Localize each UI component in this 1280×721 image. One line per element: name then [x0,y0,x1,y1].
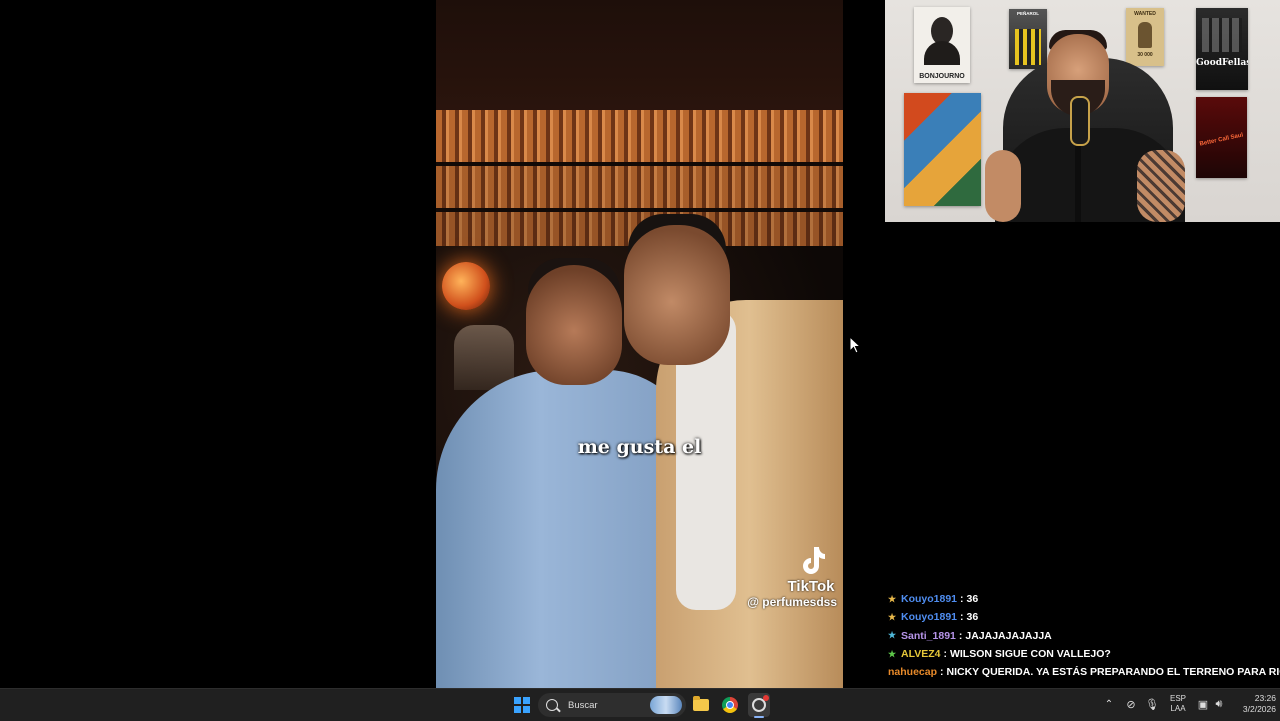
video-subtitle: me gusta el [577,436,702,458]
video-roof-slats [436,110,843,162]
search-highlight-image [650,696,682,714]
volume-button[interactable]: 🔊︎ [1211,688,1227,720]
chat-separator: : [960,611,964,624]
poster-caption: PEÑAROL [1016,11,1039,16]
language-code: ESP [1169,694,1186,703]
windows-logo-icon [514,697,530,713]
mic-arm [1075,142,1081,222]
chat-separator: : [940,666,944,679]
poster-penarol: PEÑAROL [1009,9,1047,69]
chat-separator: : [960,593,964,606]
video-roof-slats [436,166,843,208]
tiktok-handle: @ perfumesdss [747,595,837,609]
clock-date: 3/2/2026 [1242,704,1276,714]
chat-text: JAJAJAJAJAJJA [965,629,1052,642]
microphone-icon [1070,96,1090,146]
tiktok-logo-icon [803,547,825,574]
chat-text: 36 [966,611,979,624]
windows-taskbar: Buscar [0,688,1280,721]
network-button[interactable]: ▣ [1196,688,1210,720]
chat-separator: : [943,648,947,661]
streamer-left-arm [985,150,1021,222]
show-hidden-icons-button[interactable]: ⌃ [1101,688,1117,720]
poster-figures [1202,18,1242,52]
chat-badge-star-icon: ★ [888,593,897,604]
tiktok-video-player[interactable]: me gusta el TikTok @ perfumesdss [436,0,843,688]
poster-jersey [1015,29,1041,65]
chat-username: Kouyo1891 [901,593,958,606]
poster-better-call-saul: Better Call Saul [1196,97,1247,178]
chevron-up-icon: ⌃ [1104,698,1114,710]
poster-caption: Better Call Saul [1199,132,1244,148]
chat-username: ALVEZ4 [901,648,941,661]
video-ceiling [436,0,843,110]
language-layout: LAA [1170,704,1186,713]
tiktok-brand-label: TikTok [787,578,835,595]
paper-lantern [442,262,490,310]
tray-mute-button[interactable]: ⊘ [1122,688,1140,720]
chat-text: NICKY QUERIDA. YA ESTÁS PREPARANDO EL TE… [946,666,1280,679]
poster-godfather: BONJOURNO [914,7,970,83]
tray-mic-button[interactable]: 🎙︎ [1144,688,1160,720]
poster-figure [1138,22,1152,48]
poster-caption: BONJOURNO [919,73,965,80]
obs-icon [752,695,769,712]
chrome-icon [722,697,738,713]
poster-collage [904,93,981,206]
speaker-icon: 🔊︎ [1215,697,1223,710]
poster-figure-coat [924,41,960,65]
microphone-icon: 🎙︎ [1145,698,1159,711]
search-label: Buscar [568,699,598,711]
chat-badge-star-icon: ★ [888,630,897,641]
chat-username: Kouyo1891 [901,611,958,624]
man-tan-jacket-head [624,225,730,365]
chat-message: ★ Santi_1891: JAJAJAJAJAJJA [888,627,1268,645]
chat-message: ★ Kouyo1891:36 [888,608,1268,626]
chat-username: Santi_1891 [901,629,956,642]
mouse-cursor-icon [849,336,861,354]
chat-username: nahuecap [888,666,938,679]
chrome-button[interactable] [719,693,741,717]
start-button[interactable] [511,693,533,717]
poster-caption: GoodFellas [1196,58,1248,68]
taskbar-search-box[interactable]: Buscar [538,693,686,717]
network-icon: ▣ [1197,698,1209,711]
chat-message: nahuecap: NICKY QUERIDA. YA ESTÁS PREPARA… [888,663,1280,681]
clock-button[interactable]: 23:26 3/2/2026 [1228,688,1276,720]
obs-button[interactable] [748,693,770,717]
poster-caption: WANTED [1134,11,1156,17]
chat-text: 36 [966,593,979,606]
poster-wanted: WANTED 30 000 [1126,8,1164,66]
chat-message: ★ ALVEZ4: WILSON SIGUE CON VALLEJO? [888,645,1268,663]
streamer-tattooed-arm [1137,150,1185,222]
file-explorer-button[interactable] [690,693,712,717]
chat-badge-star-icon: ★ [888,648,897,659]
folder-icon [693,696,709,711]
input-language-button[interactable]: ESP LAA [1164,688,1192,720]
streamer-webcam: BONJOURNO PEÑAROL WANTED 30 000 GoodFell… [885,0,1280,222]
chat-text: WILSON SIGUE CON VALLEJO? [949,648,1111,661]
clock-time: 23:26 [1254,693,1276,703]
chat-separator: : [958,629,963,642]
active-app-indicator [754,716,764,718]
chat-badge-star-icon: ★ [888,611,897,622]
chat-message: ★ Kouyo1891:36 [888,590,1268,608]
poster-caption: 30 000 [1137,52,1153,58]
man-blue-shirt-head [526,265,622,385]
poster-goodfellas: GoodFellas [1196,8,1248,90]
chat-overlay: ★ Kouyo1891:36 ★ Kouyo1891:36 ★ Santi_1891: JA… [888,590,1280,681]
speaker-muted-icon: ⊘ [1126,698,1136,711]
search-icon [546,699,558,711]
